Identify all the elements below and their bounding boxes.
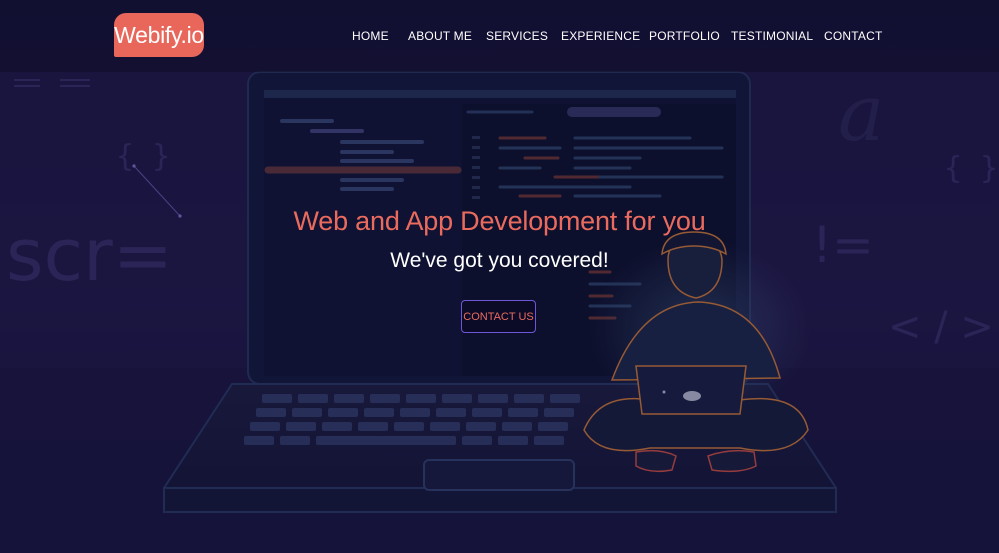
- contact-us-button[interactable]: CONTACT US: [461, 300, 536, 333]
- site-header: Webify.io HOME ABOUT ME SERVICES EXPERIE…: [0, 0, 999, 72]
- nav-contact[interactable]: CONTACT: [824, 28, 883, 44]
- nav-services[interactable]: SERVICES: [486, 28, 548, 44]
- nav-portfolio[interactable]: PORTFOLIO: [649, 28, 720, 44]
- hero-subtitle: We've got you covered!: [390, 249, 609, 272]
- hero-overlay: [0, 0, 999, 553]
- nav-testimonial[interactable]: TESTIMONIAL: [731, 28, 813, 44]
- nav-experience[interactable]: EXPERIENCE: [561, 28, 640, 44]
- nav-about-me[interactable]: ABOUT ME: [408, 28, 472, 44]
- hero-title: Web and App Development for you: [293, 206, 706, 236]
- main-nav: HOME ABOUT ME SERVICES EXPERIENCE PORTFO…: [0, 28, 999, 46]
- nav-home[interactable]: HOME: [352, 28, 389, 44]
- page: { } { } scr= != < / > a Webify.io HOME A…: [0, 0, 999, 553]
